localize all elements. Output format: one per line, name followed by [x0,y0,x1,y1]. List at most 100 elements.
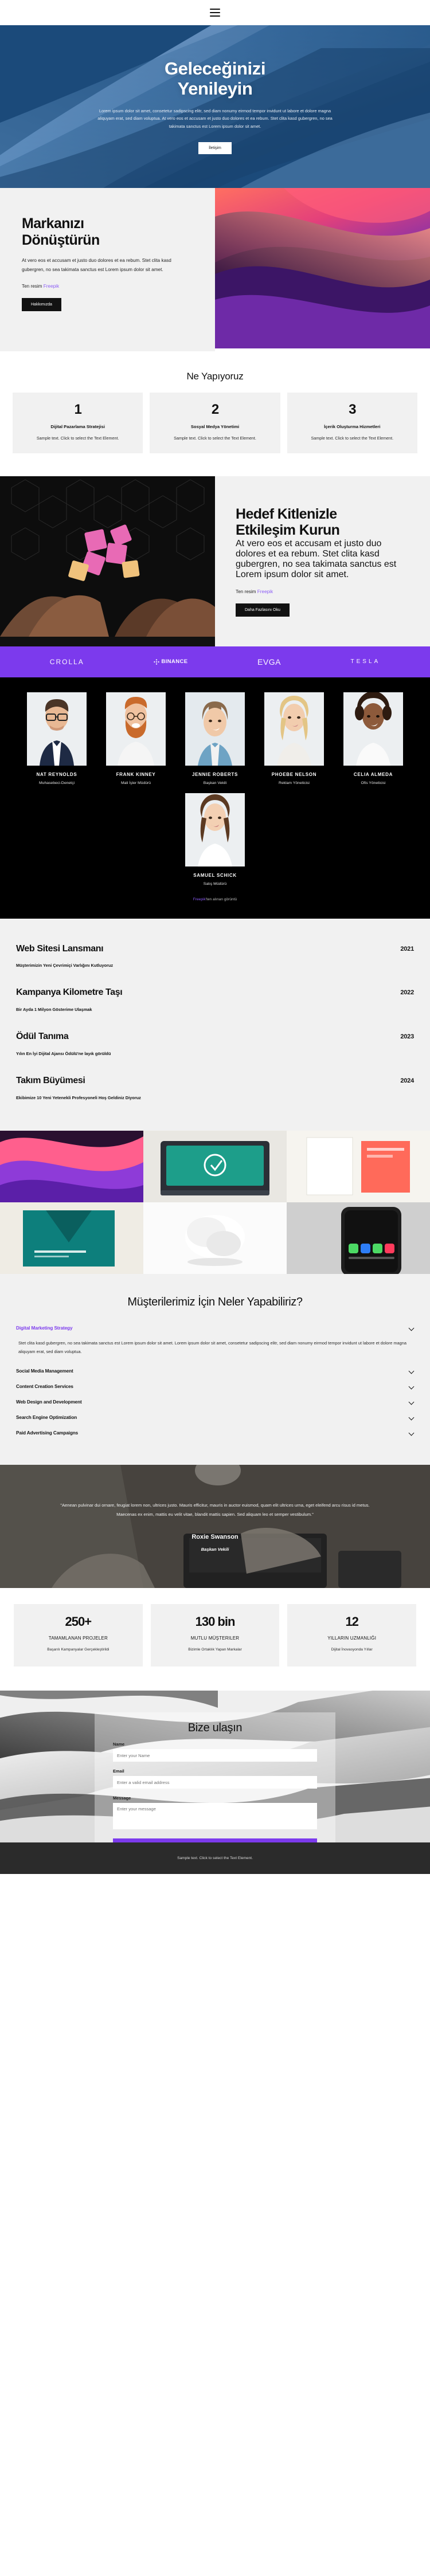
timeline-desc: Müşterimizin Yeni Çevrimiçi Varlığını Ku… [16,963,114,969]
brand-cta-button[interactable]: Hakkımızda [22,297,61,311]
name-input[interactable] [113,1749,317,1762]
accordion-label: Content Creation Services [16,1384,73,1390]
hero-title-line-1: Geleceğinizi [164,58,266,79]
brand-credit-link[interactable]: Freepik [44,284,59,289]
team-member-name: SAMUEL SCHICK [193,872,237,878]
service-card[interactable]: 2 Sosyal Medya Yönetimi Sample text. Cli… [150,393,280,453]
faq-section: Müşterilerimiz İçin Neler Yapabiliriz? D… [0,1274,430,1465]
gallery-grid [0,1131,430,1275]
team-member[interactable]: SAMUEL SCHICK Satış Müdürü [185,793,245,886]
team-member-photo [264,692,324,766]
team-member[interactable]: PHOEBE NELSON Reklam Yöneticisi [264,692,324,785]
hero-cta-button[interactable]: İletişim [198,142,232,154]
gallery-image [143,1202,287,1275]
accordion: Digital Marketing Strategy Stet clita ka… [16,1320,414,1441]
team-member-photo [185,692,245,766]
stat-label: TAMAMLANAN PROJELER [48,1636,108,1641]
brand-paragraph: At vero eos et accusam et justo duo dolo… [22,258,171,272]
service-body: Sample text. Click to select the Text El… [174,436,256,441]
team-member-role: Satış Müdürü [203,881,227,886]
team-member-name: JENNIE ROBERTS [191,771,239,777]
brand-title-line-2: Dönüştürün [22,232,100,248]
binance-diamond-icon [154,658,160,665]
timeline-desc: Bir Ayda 1 Milyon Gösterime Ulaşmak [16,1007,92,1013]
team-member[interactable]: FRANK KINNEY Mali İşler Müdürü [106,692,166,785]
brand-credit-prefix: Ten resim [22,283,42,289]
team-member-photo [343,692,403,766]
service-card[interactable]: 3 İçerik Oluşturma Hizmetleri Sample tex… [287,393,417,453]
accordion-header[interactable]: Web Design and Development [16,1394,414,1410]
logo-evga[interactable]: EVGA [257,657,281,666]
service-number: 1 [74,402,81,417]
team-member-photo [106,692,166,766]
contact-title: Bize ulaşın [187,1722,243,1735]
team-member[interactable]: JENNIE ROBERTS Başkan Vekili [185,692,245,785]
timeline-desc: Yılın En İyi Dijital Ajansı Ödülü'ne lay… [16,1050,111,1056]
service-card[interactable]: 1 Dijital Pazarlama Stratejisi Sample te… [13,393,143,453]
landing-page: Geleceğinizi Yenileyin Lorem ipsum dolor… [0,0,430,1875]
chevron-down-icon[interactable] [409,1415,414,1420]
timeline-title: Ödül Tanıma [16,1031,69,1041]
hero-title-line-2: Yenileyin [177,78,253,99]
stat-value: 250+ [65,1614,92,1629]
gallery-image [287,1202,430,1275]
team-credit-link[interactable]: Freepik [193,897,206,901]
accordion-header[interactable]: Paid Advertising Campaigns [16,1425,414,1441]
chevron-down-icon[interactable] [409,1384,414,1389]
accordion-header[interactable]: Content Creation Services [16,1379,414,1394]
footer-text: Sample text. Click to select the Text El… [177,1856,253,1861]
accordion-label: Digital Marketing Strategy [16,1326,73,1331]
stat-card: 12 YILLARIN UZMANLIĞI Dijital İnovasyond… [287,1604,417,1667]
timeline-year: 2021 [400,945,414,952]
contact-email-label: Email [113,1769,124,1774]
chevron-down-icon[interactable] [409,1369,414,1374]
accordion-item: Social Media Management [16,1363,414,1379]
engage-cta-button[interactable]: Daha Fazlasını Oku [236,603,290,617]
brand-credit: Ten resim Freepik [22,284,193,289]
brand-title: Markanızı Dönüştürün [22,215,193,248]
engage-text-column: Hedef Kitlenizle Etkileşim Kurun At vero… [215,476,430,646]
timeline-row: Ödül Tanıma Yılın En İyi Dijital Ajansı … [16,1024,414,1068]
accordion-label: Social Media Management [16,1369,73,1374]
timeline-year: 2023 [400,1033,414,1040]
chevron-down-icon[interactable] [409,1430,414,1436]
message-textarea[interactable] [113,1803,317,1830]
chevron-down-icon[interactable] [409,1399,414,1405]
team-member[interactable]: NAT REYNOLDS Muhasebeci-Denetçi [27,692,87,785]
logo-tesla[interactable]: TESLA [351,658,381,665]
stat-value: 12 [345,1614,358,1629]
gallery-image [287,1131,430,1203]
accordion-header[interactable]: Search Engine Optimization [16,1410,414,1425]
logo-crolla[interactable]: CROLLA [50,658,84,666]
contact-message-label: Message [113,1795,131,1801]
partner-logos-bar: CROLLA BINANCE EVGA TESLA [0,646,430,677]
hero-content: Geleceğinizi Yenileyin Lorem ipsum dolor… [52,58,378,154]
accordion-header[interactable]: Digital Marketing Strategy [16,1320,414,1336]
engage-credit: Ten resim Freepik [236,589,409,594]
gallery-image [0,1131,143,1203]
contact-name-label: Name [113,1742,125,1747]
team-member-role: Ofis Yöneticisi [361,781,386,785]
brand-title-line-1: Markanızı [22,215,84,232]
testimonial-author: Roxie Swanson [191,1534,239,1541]
team-member-photo [27,692,87,766]
timeline-row: Web Sitesi Lansmanı Müşterimizin Yeni Çe… [16,936,414,980]
chevron-down-icon[interactable] [409,1326,414,1331]
contact-email-field: Email [113,1769,317,1789]
timeline-row: Kampanya Kilometre Taşı Bir Ayda 1 Milyo… [16,979,414,1024]
accordion-header[interactable]: Social Media Management [16,1363,414,1379]
email-input[interactable] [113,1776,317,1789]
submit-button[interactable]: Göndermek [113,1838,317,1843]
logo-binance[interactable]: BINANCE [154,658,187,665]
engage-credit-link[interactable]: Freepik [257,589,273,594]
team-member-role: Mali İşler Müdürü [120,781,151,785]
hero-paragraph: Lorem ipsum dolor sit amet, consetetur s… [97,108,333,130]
footer: Sample text. Click to select the Text El… [0,1842,430,1875]
hamburger-menu-icon[interactable] [210,9,220,17]
contact-form-panel: Bize ulaşın Name Email Message Göndermek [95,1712,335,1843]
team-member[interactable]: CELIA ALMEDA Ofis Yöneticisi [343,692,403,785]
hero-section: Geleceğinizi Yenileyin Lorem ipsum dolor… [0,25,430,188]
team-credit: Freepik'ten alınan görüntü [0,897,430,901]
engage-title-line-2: Etkileşim Kurun [236,522,340,539]
service-number: 3 [349,402,356,417]
